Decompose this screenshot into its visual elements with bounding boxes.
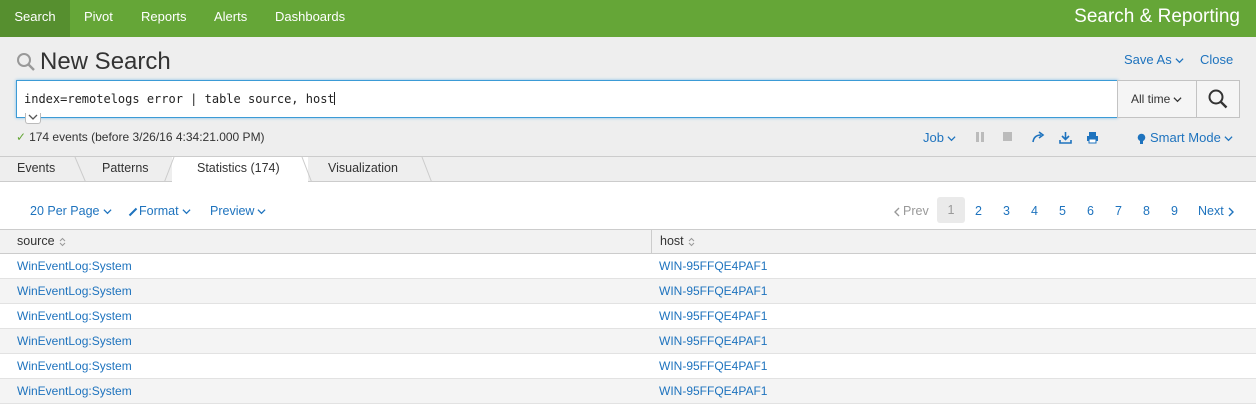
top-nav: Search Pivot Reports Alerts Dashboards S… <box>0 0 1256 37</box>
cell-source[interactable]: WinEventLog:System <box>17 359 132 373</box>
chevron-right-icon <box>1228 207 1234 217</box>
per-page-label: 20 Per Page <box>30 204 100 218</box>
cell-host[interactable]: WIN-95FFQE4PAF1 <box>659 259 767 273</box>
job-status-text: 174 events (before 3/26/16 4:34:21.000 P… <box>29 130 265 144</box>
page-5-button[interactable]: 5 <box>1059 203 1066 219</box>
nav-alerts[interactable]: Alerts <box>214 0 247 37</box>
cell-host[interactable]: WIN-95FFQE4PAF1 <box>659 359 767 373</box>
page-3-button[interactable]: 3 <box>1003 203 1010 219</box>
chevron-down-icon <box>1175 58 1184 64</box>
table-row: WinEventLog:System WIN-95FFQE4PAF1 <box>0 329 1256 354</box>
cell-source[interactable]: WinEventLog:System <box>17 384 132 398</box>
search-mode-label: Smart Mode <box>1150 130 1221 145</box>
cell-host[interactable]: WIN-95FFQE4PAF1 <box>659 309 767 323</box>
close-button[interactable]: Close <box>1200 52 1233 68</box>
tab-divider <box>74 157 87 183</box>
table-header <box>0 229 1256 254</box>
time-range-label: All time <box>1131 92 1171 106</box>
page-6-button[interactable]: 6 <box>1087 203 1094 219</box>
lightbulb-icon <box>1137 133 1146 144</box>
chevron-down-icon <box>1224 136 1233 142</box>
page-4-button[interactable]: 4 <box>1031 203 1038 219</box>
page-7-button[interactable]: 7 <box>1115 203 1122 219</box>
format-label: Format <box>139 204 179 218</box>
cell-host[interactable]: WIN-95FFQE4PAF1 <box>659 334 767 348</box>
table-row: WinEventLog:System WIN-95FFQE4PAF1 <box>0 304 1256 329</box>
sort-icon <box>59 237 65 246</box>
save-as-label: Save As <box>1124 52 1172 67</box>
print-icon[interactable] <box>1086 131 1099 144</box>
page-9-button[interactable]: 9 <box>1171 203 1178 219</box>
table-row: WinEventLog:System WIN-95FFQE4PAF1 <box>0 279 1256 304</box>
chevron-left-icon <box>894 207 900 217</box>
preview-dropdown[interactable]: Preview <box>210 203 267 219</box>
tab-divider <box>301 157 313 183</box>
tab-events[interactable]: Events <box>17 160 55 176</box>
chevron-down-icon <box>947 136 956 142</box>
time-range-picker[interactable]: All time <box>1117 80 1197 118</box>
next-page-button[interactable]: Next <box>1198 203 1234 219</box>
search-input[interactable]: index=remotelogs error | table source, h… <box>16 80 1118 118</box>
tab-statistics[interactable]: Statistics (174) <box>197 160 280 176</box>
cell-source[interactable]: WinEventLog:System <box>17 334 132 348</box>
checkmark-icon: ✓ <box>16 130 27 144</box>
chevron-down-icon <box>257 209 267 215</box>
search-submit-button[interactable] <box>1196 80 1240 118</box>
search-icon <box>17 53 35 71</box>
column-header-host[interactable]: host <box>660 234 695 248</box>
tab-divider <box>163 157 175 183</box>
nav-search[interactable]: Search <box>0 0 70 37</box>
page-1-button[interactable]: 1 <box>937 197 965 223</box>
chevron-down-icon <box>28 114 38 120</box>
next-label: Next <box>1198 204 1224 218</box>
page-title: New Search <box>40 48 171 75</box>
tab-visualization[interactable]: Visualization <box>328 160 398 176</box>
nav-reports[interactable]: Reports <box>141 0 187 37</box>
chevron-down-icon <box>102 209 112 215</box>
table-row: WinEventLog:System WIN-95FFQE4PAF1 <box>0 354 1256 379</box>
chevron-down-icon <box>182 209 191 215</box>
cell-source[interactable]: WinEventLog:System <box>17 259 132 273</box>
pause-icon[interactable] <box>975 131 985 143</box>
page-8-button[interactable]: 8 <box>1143 203 1150 219</box>
job-label: Job <box>923 130 944 145</box>
cell-host[interactable]: WIN-95FFQE4PAF1 <box>659 284 767 298</box>
prev-label: Prev <box>903 204 929 218</box>
preview-label: Preview <box>210 204 255 218</box>
pencil-icon <box>128 207 138 216</box>
cell-host[interactable]: WIN-95FFQE4PAF1 <box>659 384 767 398</box>
tab-divider <box>421 157 433 183</box>
sort-icon <box>688 237 694 246</box>
export-icon[interactable] <box>1059 131 1072 144</box>
cell-source[interactable]: WinEventLog:System <box>17 309 132 323</box>
search-mode-menu[interactable]: Smart Mode <box>1137 130 1233 146</box>
column-divider <box>651 229 652 254</box>
app-title[interactable]: Search & Reporting <box>1074 0 1240 34</box>
column-header-source[interactable]: source <box>17 234 66 248</box>
nav-dashboards[interactable]: Dashboards <box>275 0 345 37</box>
cell-source[interactable]: WinEventLog:System <box>17 284 132 298</box>
stop-icon[interactable] <box>1002 131 1013 143</box>
save-as-button[interactable]: Save As <box>1124 52 1184 68</box>
text-cursor <box>334 92 335 105</box>
expand-search-toggle[interactable] <box>25 113 41 124</box>
format-dropdown[interactable]: Format <box>128 203 191 219</box>
page-2-button[interactable]: 2 <box>975 203 982 219</box>
chevron-down-icon <box>1173 97 1182 103</box>
table-row: WinEventLog:System WIN-95FFQE4PAF1 <box>0 254 1256 279</box>
table-row: WinEventLog:System WIN-95FFQE4PAF1 <box>0 379 1256 404</box>
column-header-label: source <box>17 234 55 248</box>
tab-patterns[interactable]: Patterns <box>102 160 149 176</box>
search-icon <box>1208 89 1228 109</box>
column-header-label: host <box>660 234 684 248</box>
per-page-dropdown[interactable]: 20 Per Page <box>30 203 112 219</box>
share-icon[interactable] <box>1032 131 1045 143</box>
nav-pivot[interactable]: Pivot <box>84 0 113 37</box>
job-status: ✓ 174 events (before 3/26/16 4:34:21.000 … <box>16 129 265 145</box>
search-query-text: index=remotelogs error | table source, h… <box>24 92 335 106</box>
prev-page-button[interactable]: Prev <box>894 203 929 219</box>
job-menu[interactable]: Job <box>923 130 956 146</box>
